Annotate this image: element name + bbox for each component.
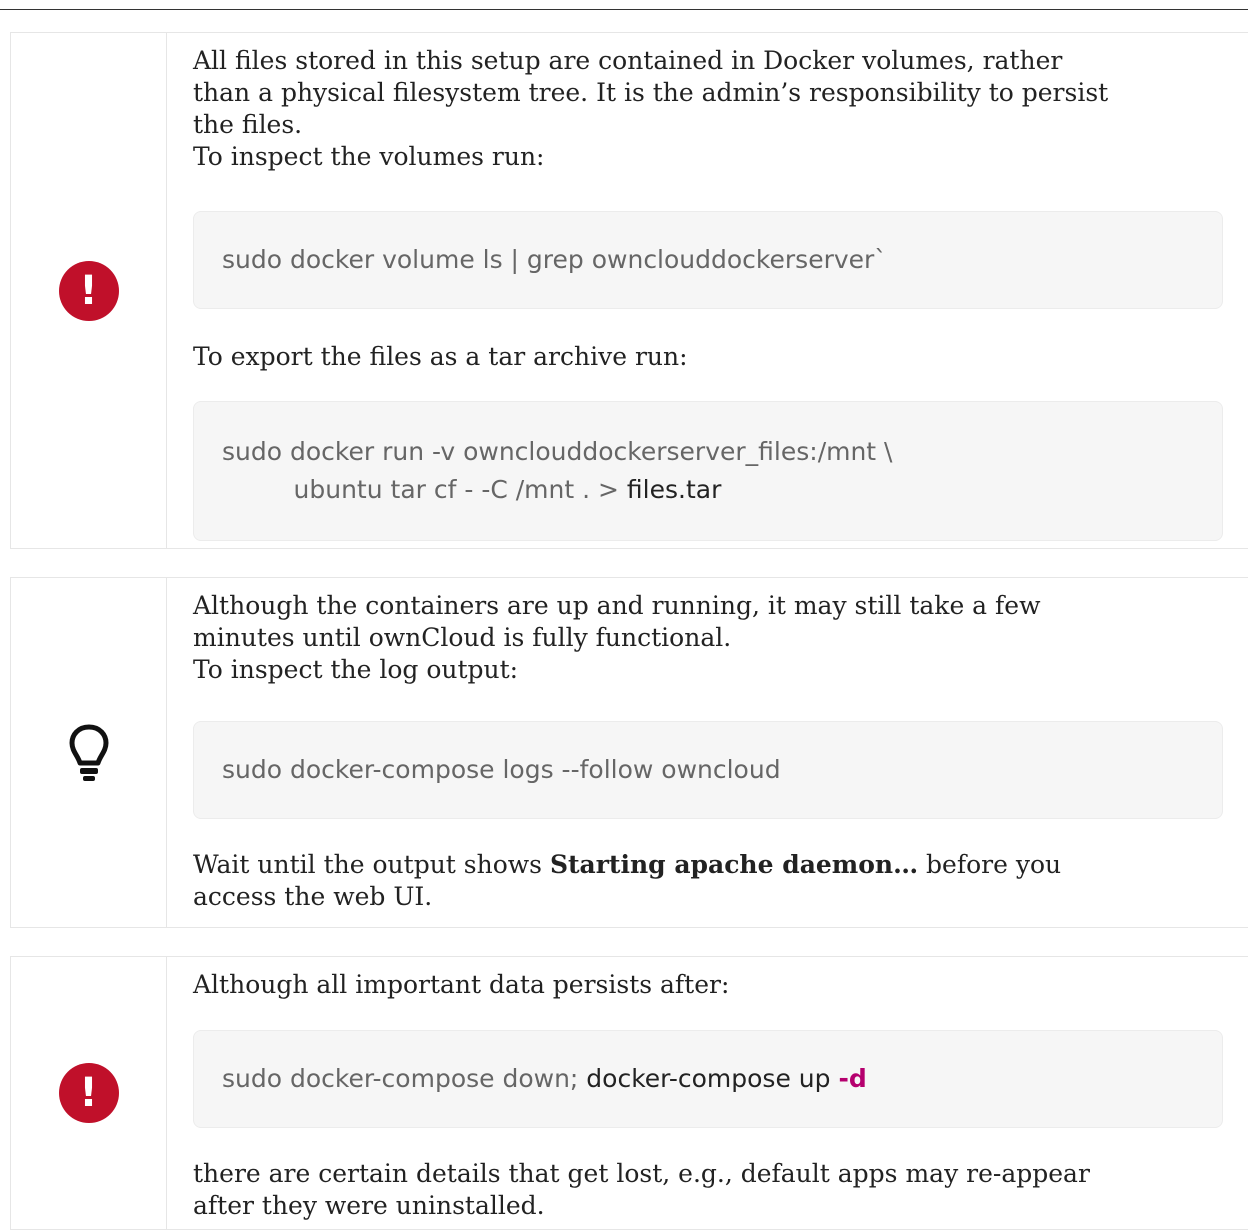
- admonition-paragraph: Although all important data persists aft…: [193, 970, 730, 999]
- lightbulb-icon: [69, 724, 108, 781]
- code-filename: files.tar: [626, 475, 722, 504]
- code-text: sudo docker-compose down;: [222, 1064, 587, 1093]
- text-line: access the web UI.: [193, 882, 433, 911]
- tip-admonition-logs: Although the containers are up and runni…: [10, 577, 1248, 928]
- text-line: than a physical filesystem tree. It is t…: [193, 78, 1109, 107]
- admonition-icon-column: !: [11, 33, 167, 548]
- code-line: sudo docker volume ls | grep ownclouddoc…: [222, 245, 887, 274]
- admonition-paragraph: Wait until the output shows Starting apa…: [193, 849, 1223, 913]
- text-line: All files stored in this setup are conta…: [193, 46, 1063, 75]
- admonition-paragraph: All files stored in this setup are conta…: [193, 45, 1223, 173]
- text-line: To inspect the volumes run:: [193, 142, 545, 171]
- code-line: ubuntu tar cf - -C /mnt . > files.tar: [222, 471, 1194, 509]
- code-text: ubuntu tar cf - -C /mnt . >: [222, 475, 627, 504]
- text-line: there are certain details that get lost,…: [193, 1159, 1090, 1188]
- exclamation-circle-icon: !: [58, 1063, 119, 1123]
- top-divider: [0, 9, 1248, 10]
- admonition-icon-column: !: [11, 957, 167, 1229]
- text-line: the files.: [193, 110, 303, 139]
- code-line: sudo docker-compose logs --follow ownclo…: [222, 755, 781, 784]
- code-line: sudo docker run -v ownclouddockerserver_…: [222, 437, 893, 466]
- emphasis-text: Starting apache daemon…: [549, 850, 919, 879]
- admonition-paragraph: Although the containers are up and runni…: [193, 590, 1223, 686]
- text-segment: before you: [918, 850, 1062, 879]
- admonition-paragraph: To export the files as a tar archive run…: [193, 342, 688, 371]
- text-line: after they were uninstalled.: [193, 1191, 545, 1220]
- admonition-paragraph: there are certain details that get lost,…: [193, 1158, 1223, 1222]
- code-flag: -d: [838, 1064, 867, 1093]
- code-listing-tar-export[interactable]: sudo docker run -v ownclouddockerserver_…: [193, 401, 1223, 541]
- text-line: To inspect the log output:: [193, 655, 519, 684]
- text-line: minutes until ownCloud is fully function…: [193, 623, 732, 652]
- code-text-strong: docker-compose up: [586, 1064, 839, 1093]
- admonition-icon-column: [11, 578, 167, 927]
- text-segment: Wait until the output shows: [193, 850, 550, 879]
- text-line: Although the containers are up and runni…: [193, 591, 1041, 620]
- important-admonition-persistence: ! Although all important data persists a…: [10, 956, 1248, 1230]
- code-listing-compose-logs[interactable]: sudo docker-compose logs --follow ownclo…: [193, 721, 1223, 819]
- important-admonition-volumes: ! All files stored in this setup are con…: [10, 32, 1248, 549]
- code-listing-volume-ls[interactable]: sudo docker volume ls | grep ownclouddoc…: [193, 211, 1223, 309]
- text-line: Wait until the output shows Starting apa…: [193, 849, 1223, 881]
- exclamation-circle-icon: !: [58, 260, 119, 321]
- code-listing-compose-down-up[interactable]: sudo docker-compose down; docker-compose…: [193, 1030, 1223, 1128]
- code-line: sudo docker-compose down; docker-compose…: [222, 1060, 1194, 1098]
